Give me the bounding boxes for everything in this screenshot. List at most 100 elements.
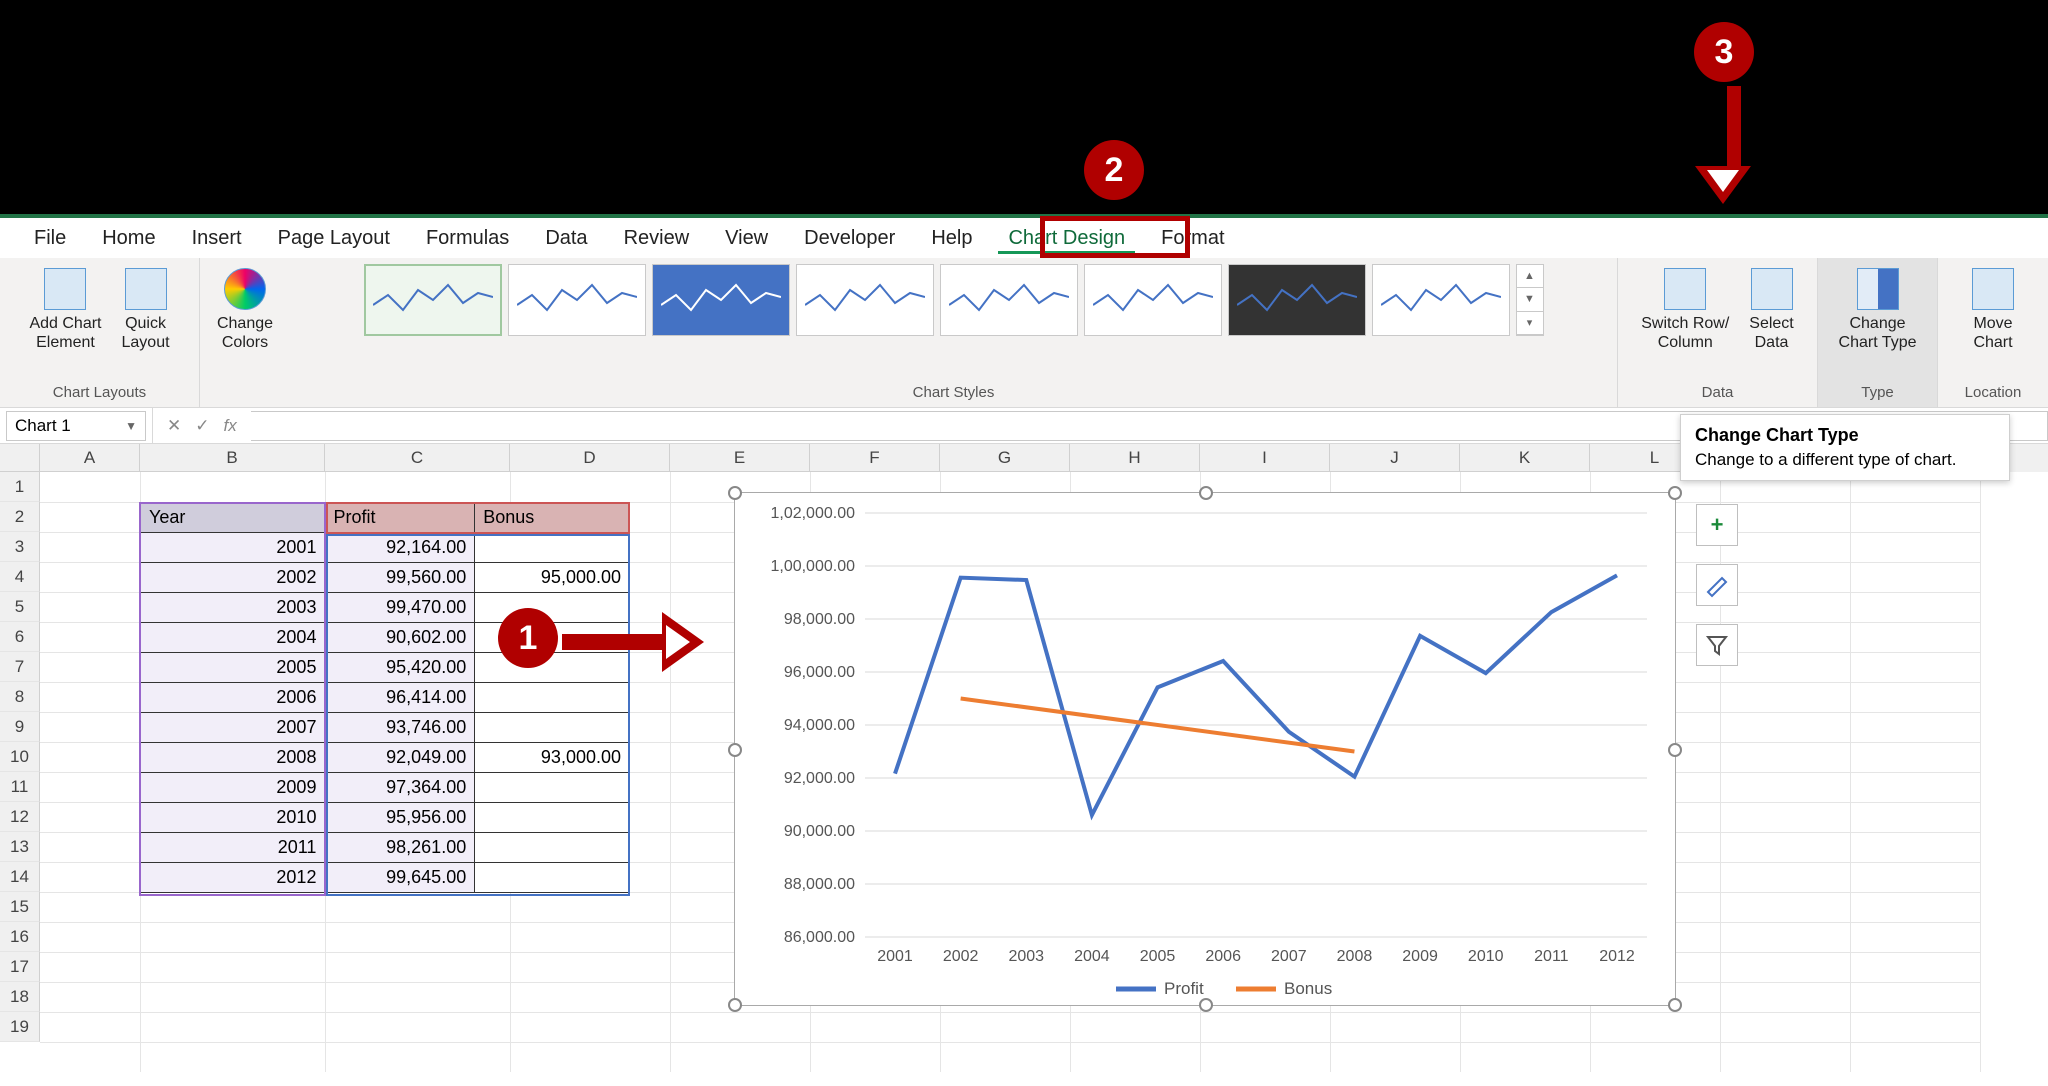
cell-bonus[interactable]: 93,000.00 <box>475 743 630 773</box>
cell-bonus[interactable] <box>475 713 630 743</box>
row-header-18[interactable]: 18 <box>0 982 40 1012</box>
chart-style-8[interactable] <box>1372 264 1510 336</box>
row-header-6[interactable]: 6 <box>0 622 40 652</box>
cell-profit[interactable]: 95,420.00 <box>325 653 475 683</box>
table-row[interactable]: 201299,645.00 <box>141 863 630 893</box>
col-header-H[interactable]: H <box>1070 444 1200 472</box>
chart-filter-button[interactable] <box>1696 624 1738 666</box>
chart-handle-mr[interactable] <box>1668 743 1682 757</box>
col-header-E[interactable]: E <box>670 444 810 472</box>
cell-profit[interactable]: 99,645.00 <box>325 863 475 893</box>
chart-style-3[interactable] <box>652 264 790 336</box>
chart-style-4[interactable] <box>796 264 934 336</box>
col-header-J[interactable]: J <box>1330 444 1460 472</box>
row-header-1[interactable]: 1 <box>0 472 40 502</box>
chart-handle-bl[interactable] <box>728 998 742 1012</box>
chart-handle-ml[interactable] <box>728 743 742 757</box>
cell-bonus[interactable] <box>475 533 630 563</box>
name-box[interactable]: Chart 1▼ <box>6 411 146 441</box>
cell-year[interactable]: 2008 <box>141 743 325 773</box>
chart-styles-more[interactable]: ▲▼▾ <box>1516 264 1544 336</box>
table-row[interactable]: 200696,414.00 <box>141 683 630 713</box>
table-row[interactable]: 200192,164.00 <box>141 533 630 563</box>
cell-bonus[interactable] <box>475 773 630 803</box>
cell-bonus[interactable] <box>475 833 630 863</box>
row-header-3[interactable]: 3 <box>0 532 40 562</box>
row-header-7[interactable]: 7 <box>0 652 40 682</box>
chart-style-5[interactable] <box>940 264 1078 336</box>
chart-handle-br[interactable] <box>1668 998 1682 1012</box>
cell-year[interactable]: 2010 <box>141 803 325 833</box>
cell-bonus[interactable]: 95,000.00 <box>475 563 630 593</box>
chart-handle-bc[interactable] <box>1199 998 1213 1012</box>
quick-layout-button[interactable]: Quick Layout <box>116 264 176 356</box>
select-all-corner[interactable] <box>0 444 40 472</box>
row-header-9[interactable]: 9 <box>0 712 40 742</box>
chart-handle-tl[interactable] <box>728 486 742 500</box>
cell-profit[interactable]: 99,470.00 <box>325 593 475 623</box>
fx-icon[interactable]: fx <box>224 416 237 436</box>
chart-style-7[interactable] <box>1228 264 1366 336</box>
col-header-I[interactable]: I <box>1200 444 1330 472</box>
row-header-10[interactable]: 10 <box>0 742 40 772</box>
name-box-dropdown-icon[interactable]: ▼ <box>125 419 137 433</box>
cell-profit[interactable]: 96,414.00 <box>325 683 475 713</box>
cell-profit[interactable]: 99,560.00 <box>325 563 475 593</box>
col-header-G[interactable]: G <box>940 444 1070 472</box>
accept-formula-icon[interactable]: ✓ <box>195 416 209 436</box>
chart-style-2[interactable] <box>508 264 646 336</box>
add-chart-element-button[interactable]: Add Chart Element <box>23 264 107 356</box>
tab-page-layout[interactable]: Page Layout <box>260 221 408 256</box>
data-table[interactable]: Year Profit Bonus 200192,164.00200299,56… <box>140 502 630 893</box>
cell-year[interactable]: 2006 <box>141 683 325 713</box>
cell-year[interactable]: 2011 <box>141 833 325 863</box>
col-header-D[interactable]: D <box>510 444 670 472</box>
cell-bonus[interactable] <box>475 803 630 833</box>
cell-profit[interactable]: 92,164.00 <box>325 533 475 563</box>
chart-elements-button[interactable]: + <box>1696 504 1738 546</box>
tab-view[interactable]: View <box>707 221 786 256</box>
embedded-chart[interactable]: 86,000.0088,000.0090,000.0092,000.0094,0… <box>734 492 1676 1006</box>
tab-home[interactable]: Home <box>84 221 173 256</box>
select-data-button[interactable]: Select Data <box>1743 264 1799 356</box>
move-chart-button[interactable]: Move Chart <box>1966 264 2020 356</box>
switch-row-column-button[interactable]: Switch Row/ Column <box>1635 264 1735 356</box>
cell-year[interactable]: 2007 <box>141 713 325 743</box>
cell-bonus[interactable] <box>475 683 630 713</box>
table-row[interactable]: 200997,364.00 <box>141 773 630 803</box>
cell-profit[interactable]: 92,049.00 <box>325 743 475 773</box>
chart-styles-button[interactable] <box>1696 564 1738 606</box>
table-row[interactable]: 200892,049.0093,000.00 <box>141 743 630 773</box>
tab-formulas[interactable]: Formulas <box>408 221 527 256</box>
cell-profit[interactable]: 95,956.00 <box>325 803 475 833</box>
cell-profit[interactable]: 98,261.00 <box>325 833 475 863</box>
row-header-13[interactable]: 13 <box>0 832 40 862</box>
tab-insert[interactable]: Insert <box>174 221 260 256</box>
chart-style-1[interactable] <box>364 264 502 336</box>
col-header-K[interactable]: K <box>1460 444 1590 472</box>
table-row[interactable]: 200793,746.00 <box>141 713 630 743</box>
row-header-5[interactable]: 5 <box>0 592 40 622</box>
col-header-C[interactable]: C <box>325 444 510 472</box>
tab-format[interactable]: Format <box>1143 221 1242 256</box>
row-header-14[interactable]: 14 <box>0 862 40 892</box>
row-header-11[interactable]: 11 <box>0 772 40 802</box>
table-row[interactable]: 200595,420.00 <box>141 653 630 683</box>
cell-year[interactable]: 2004 <box>141 623 325 653</box>
cell-year[interactable]: 2002 <box>141 563 325 593</box>
table-row[interactable]: 200299,560.0095,000.00 <box>141 563 630 593</box>
row-header-2[interactable]: 2 <box>0 502 40 532</box>
table-row[interactable]: 201095,956.00 <box>141 803 630 833</box>
cell-profit[interactable]: 90,602.00 <box>325 623 475 653</box>
cell-year[interactable]: 2005 <box>141 653 325 683</box>
cell-profit[interactable]: 97,364.00 <box>325 773 475 803</box>
chart-handle-tc[interactable] <box>1199 486 1213 500</box>
tab-help[interactable]: Help <box>913 221 990 256</box>
col-header-B[interactable]: B <box>140 444 325 472</box>
cell-bonus[interactable] <box>475 863 630 893</box>
row-header-15[interactable]: 15 <box>0 892 40 922</box>
cell-year[interactable]: 2009 <box>141 773 325 803</box>
row-header-12[interactable]: 12 <box>0 802 40 832</box>
cell-year[interactable]: 2003 <box>141 593 325 623</box>
row-header-19[interactable]: 19 <box>0 1012 40 1042</box>
